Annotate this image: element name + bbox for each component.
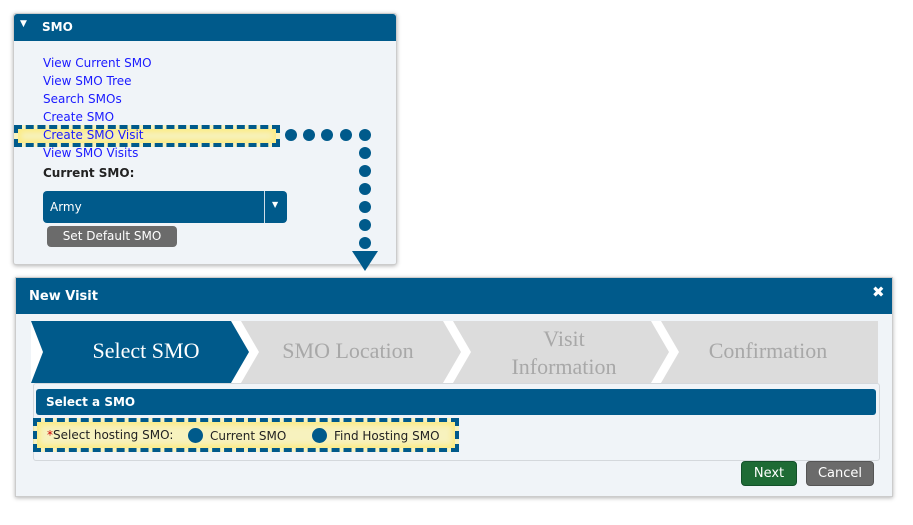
- radio-current-smo[interactable]: [188, 428, 203, 443]
- connector-dot: [303, 129, 315, 141]
- collapse-triangle-icon[interactable]: ▼: [20, 19, 27, 29]
- current-smo-value: Army: [50, 200, 82, 214]
- next-button[interactable]: Next: [741, 461, 797, 486]
- section-header: Select a SMO: [36, 389, 876, 415]
- connector-dot: [359, 165, 371, 177]
- link-create-smo[interactable]: Create SMO: [43, 110, 114, 124]
- link-view-current-smo[interactable]: View Current SMO: [43, 56, 152, 70]
- step-smo-location[interactable]: SMO Location: [268, 338, 428, 364]
- step-select-smo[interactable]: Select SMO: [66, 338, 226, 364]
- chevron-down-icon[interactable]: ▼: [272, 200, 278, 209]
- arrow-down-icon: [352, 251, 378, 271]
- set-default-smo-button[interactable]: Set Default SMO: [47, 226, 177, 247]
- link-view-smo-visits[interactable]: View SMO Visits: [43, 146, 138, 160]
- connector-dot: [321, 129, 333, 141]
- current-smo-select[interactable]: Army ▼: [43, 191, 287, 223]
- step-confirmation[interactable]: Confirmation: [688, 338, 848, 364]
- connector-dot: [359, 147, 371, 159]
- radio-find-hosting-smo[interactable]: [312, 428, 327, 443]
- step-visit-line1: Visit: [543, 326, 585, 351]
- dialog-title: New Visit: [29, 289, 98, 304]
- connector-dot: [340, 129, 352, 141]
- link-view-smo-tree[interactable]: View SMO Tree: [43, 74, 132, 88]
- cancel-button[interactable]: Cancel: [806, 461, 874, 486]
- current-smo-label: Current SMO:: [43, 166, 135, 180]
- select-divider: [264, 191, 265, 223]
- connector-dot: [285, 129, 297, 141]
- step-visit-information[interactable]: Visit Information: [474, 325, 654, 381]
- step-visit-line2: Information: [511, 354, 617, 379]
- connector-dot: [359, 129, 371, 141]
- link-search-smos[interactable]: Search SMOs: [43, 92, 122, 106]
- connector-dot: [359, 237, 371, 249]
- new-visit-dialog: New Visit ✖ Select SMO SMO Location Visi…: [15, 277, 893, 497]
- link-create-smo-visit[interactable]: Create SMO Visit: [43, 128, 144, 142]
- radio-current-smo-label[interactable]: Current SMO: [210, 429, 286, 443]
- connector-dot: [359, 201, 371, 213]
- connector-dot: [359, 183, 371, 195]
- dialog-header: New Visit ✖: [16, 278, 892, 314]
- smo-panel-title: SMO: [42, 20, 73, 34]
- close-icon[interactable]: ✖: [872, 283, 885, 301]
- smo-panel-header[interactable]: ▼ SMO: [14, 14, 396, 41]
- radio-find-hosting-smo-label[interactable]: Find Hosting SMO: [334, 429, 440, 443]
- connector-dot: [359, 219, 371, 231]
- section-title: Select a SMO: [46, 395, 136, 409]
- hosting-smo-label: Select hosting SMO:: [53, 428, 174, 442]
- smo-panel: ▼ SMO View Current SMO View SMO Tree Sea…: [13, 13, 397, 265]
- hosting-smo-field: *Select hosting SMO:: [47, 428, 173, 442]
